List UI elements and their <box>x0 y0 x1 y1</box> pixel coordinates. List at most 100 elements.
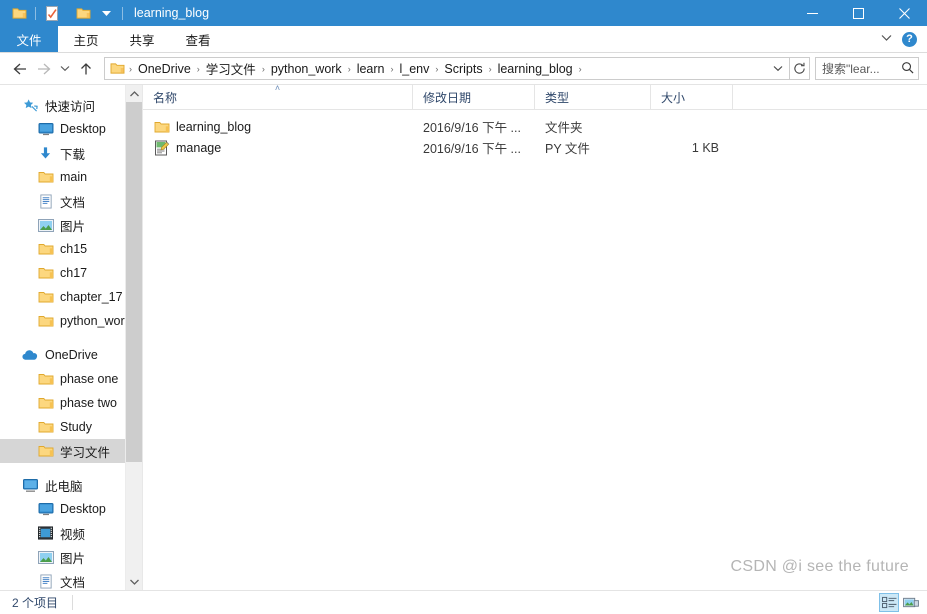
status-bar: 2 个项目 <box>0 590 927 614</box>
breadcrumb-item-study-files[interactable]: 学习文件 <box>203 57 259 80</box>
sidebar-item-phase-two[interactable]: phase two <box>0 391 142 415</box>
folder-properties-icon[interactable] <box>40 2 63 24</box>
column-header-name[interactable]: ˄ 名称 <box>143 83 413 109</box>
address-bar[interactable]: › OneDrive › 学习文件 › python_work › learn … <box>104 57 790 80</box>
breadcrumb-item-scripts[interactable]: Scripts <box>441 60 485 78</box>
sidebar-item-label: python_work <box>60 314 131 328</box>
view-mode-buttons <box>879 593 927 612</box>
file-rows: learning_blog 2016/9/16 下午 ... 文件夹 manag… <box>143 110 927 590</box>
close-button[interactable] <box>881 0 927 26</box>
sidebar-item-label: 图片 <box>60 551 86 566</box>
maximize-button[interactable] <box>835 0 881 26</box>
sidebar-item-python-work[interactable]: python_work <box>0 309 142 333</box>
forward-button[interactable] <box>32 57 56 81</box>
sidebar-item-downloads[interactable]: 下载 <box>0 141 142 165</box>
breadcrumb-separator: › <box>196 63 200 74</box>
computer-icon <box>22 477 39 494</box>
sidebar-item-pictures[interactable]: 图片 <box>0 213 142 237</box>
scrollbar-thumb[interactable] <box>125 102 142 462</box>
scroll-up-arrow-icon[interactable] <box>125 85 142 102</box>
sidebar-item-label: 学习文件 <box>60 445 111 460</box>
expand-ribbon-chevron-icon[interactable] <box>881 33 892 45</box>
folder-icon <box>37 169 54 186</box>
breadcrumb-folder-icon[interactable] <box>109 60 126 77</box>
item-count-label: 2 个项目 <box>12 596 59 610</box>
search-icon[interactable] <box>901 61 914 77</box>
sidebar-scrollbar[interactable] <box>125 85 142 590</box>
file-list-pane: ˄ 名称 修改日期 类型 大小 learning_blog 2016/9/16 … <box>143 83 927 590</box>
tab-view[interactable]: 查看 <box>170 26 226 52</box>
window-controls <box>789 0 927 26</box>
sidebar-item-study[interactable]: Study <box>0 415 142 439</box>
breadcrumb-separator: › <box>347 63 351 74</box>
large-icons-view-button[interactable] <box>901 593 921 612</box>
sidebar-group-onedrive[interactable]: OneDrive <box>0 343 142 367</box>
monitor-icon <box>37 121 54 138</box>
status-divider <box>72 595 74 610</box>
breadcrumb-item-python-work[interactable]: python_work <box>268 60 345 78</box>
column-header-label: 名称 <box>153 90 178 105</box>
navigation-tree: 快速访问 Desktop 下载 main 文档 图片 ch15 ch17 cha… <box>0 85 142 590</box>
file-name-cell[interactable]: learning_blog <box>143 118 413 135</box>
window-menu-folder-icon[interactable] <box>8 2 31 24</box>
column-header-date-modified[interactable]: 修改日期 <box>413 85 535 109</box>
tab-home[interactable]: 主页 <box>58 26 114 52</box>
customize-qat-chevron-icon[interactable] <box>95 2 118 24</box>
sidebar-item-study-files[interactable]: 学习文件 <box>0 439 142 463</box>
sidebar-item-label: ch17 <box>60 266 88 280</box>
new-folder-icon[interactable] <box>72 2 95 24</box>
refresh-button[interactable] <box>790 57 810 80</box>
star-pin-icon <box>22 97 39 114</box>
table-row[interactable]: manage 2016/9/16 下午 ... PY 文件 1 KB <box>143 137 927 158</box>
sidebar-item-ch15[interactable]: ch15 <box>0 237 142 261</box>
file-name-cell[interactable]: manage <box>143 139 413 156</box>
sidebar-item-desktop[interactable]: Desktop <box>0 117 142 141</box>
sidebar-group-this-pc[interactable]: 此电脑 <box>0 473 142 497</box>
address-dropdown-chevron-icon[interactable] <box>769 58 787 79</box>
breadcrumb-item-learning-blog[interactable]: learning_blog <box>495 60 576 78</box>
sidebar-item-pc-desktop[interactable]: Desktop <box>0 497 142 521</box>
sidebar-item-chapter-17[interactable]: chapter_17 <box>0 285 142 309</box>
column-header-size[interactable]: 大小 <box>651 85 733 109</box>
file-name-label: manage <box>176 140 222 155</box>
breadcrumb-item-learn[interactable]: learn <box>354 60 388 78</box>
file-type-cell: PY 文件 <box>545 142 590 156</box>
qat-separator-1 <box>35 6 36 20</box>
table-row[interactable]: learning_blog 2016/9/16 下午 ... 文件夹 <box>143 116 927 137</box>
breadcrumb-item-onedrive[interactable]: OneDrive <box>135 60 194 78</box>
column-header-type[interactable]: 类型 <box>535 85 651 109</box>
tab-file[interactable]: 文件 <box>0 26 58 52</box>
breadcrumb-item-l-env[interactable]: l_env <box>396 60 432 78</box>
minimize-button[interactable] <box>789 0 835 26</box>
file-date-cell: 2016/9/16 下午 ... <box>423 142 521 156</box>
sidebar-item-ch17[interactable]: ch17 <box>0 261 142 285</box>
sidebar-item-label: chapter_17 <box>60 290 123 304</box>
up-button[interactable] <box>74 57 98 81</box>
search-input[interactable]: 搜索"lear... <box>822 60 901 77</box>
sidebar-item-label: Desktop <box>60 122 106 136</box>
sidebar-group-quick-access[interactable]: 快速访问 <box>0 93 142 117</box>
sidebar-item-videos[interactable]: 视频 <box>0 521 142 545</box>
folder-icon <box>37 313 54 330</box>
tab-share[interactable]: 共享 <box>114 26 170 52</box>
document-icon <box>37 573 54 590</box>
sidebar-item-documents[interactable]: 文档 <box>0 189 142 213</box>
breadcrumb-separator: › <box>578 63 582 74</box>
search-box[interactable]: 搜索"lear... <box>815 57 919 80</box>
sidebar-item-pc-pictures[interactable]: 图片 <box>0 545 142 569</box>
scrollbar-track[interactable] <box>125 102 142 573</box>
sidebar-group-label: 此电脑 <box>45 479 83 494</box>
back-button[interactable] <box>8 57 32 81</box>
scroll-down-arrow-icon[interactable] <box>125 573 142 590</box>
sidebar-item-main[interactable]: main <box>0 165 142 189</box>
sidebar-item-phase-one[interactable]: phase one <box>0 367 142 391</box>
file-type-cell: 文件夹 <box>545 121 583 135</box>
recent-locations-chevron-icon[interactable] <box>56 57 74 81</box>
sidebar-item-label: 图片 <box>60 219 86 234</box>
help-icon[interactable]: ? <box>902 31 917 47</box>
sidebar-item-pc-documents[interactable]: 文档 <box>0 569 142 590</box>
column-header-label: 修改日期 <box>423 90 472 105</box>
sidebar-item-label: 下载 <box>60 147 86 162</box>
details-view-button[interactable] <box>879 593 899 612</box>
file-date-cell: 2016/9/16 下午 ... <box>423 121 521 135</box>
